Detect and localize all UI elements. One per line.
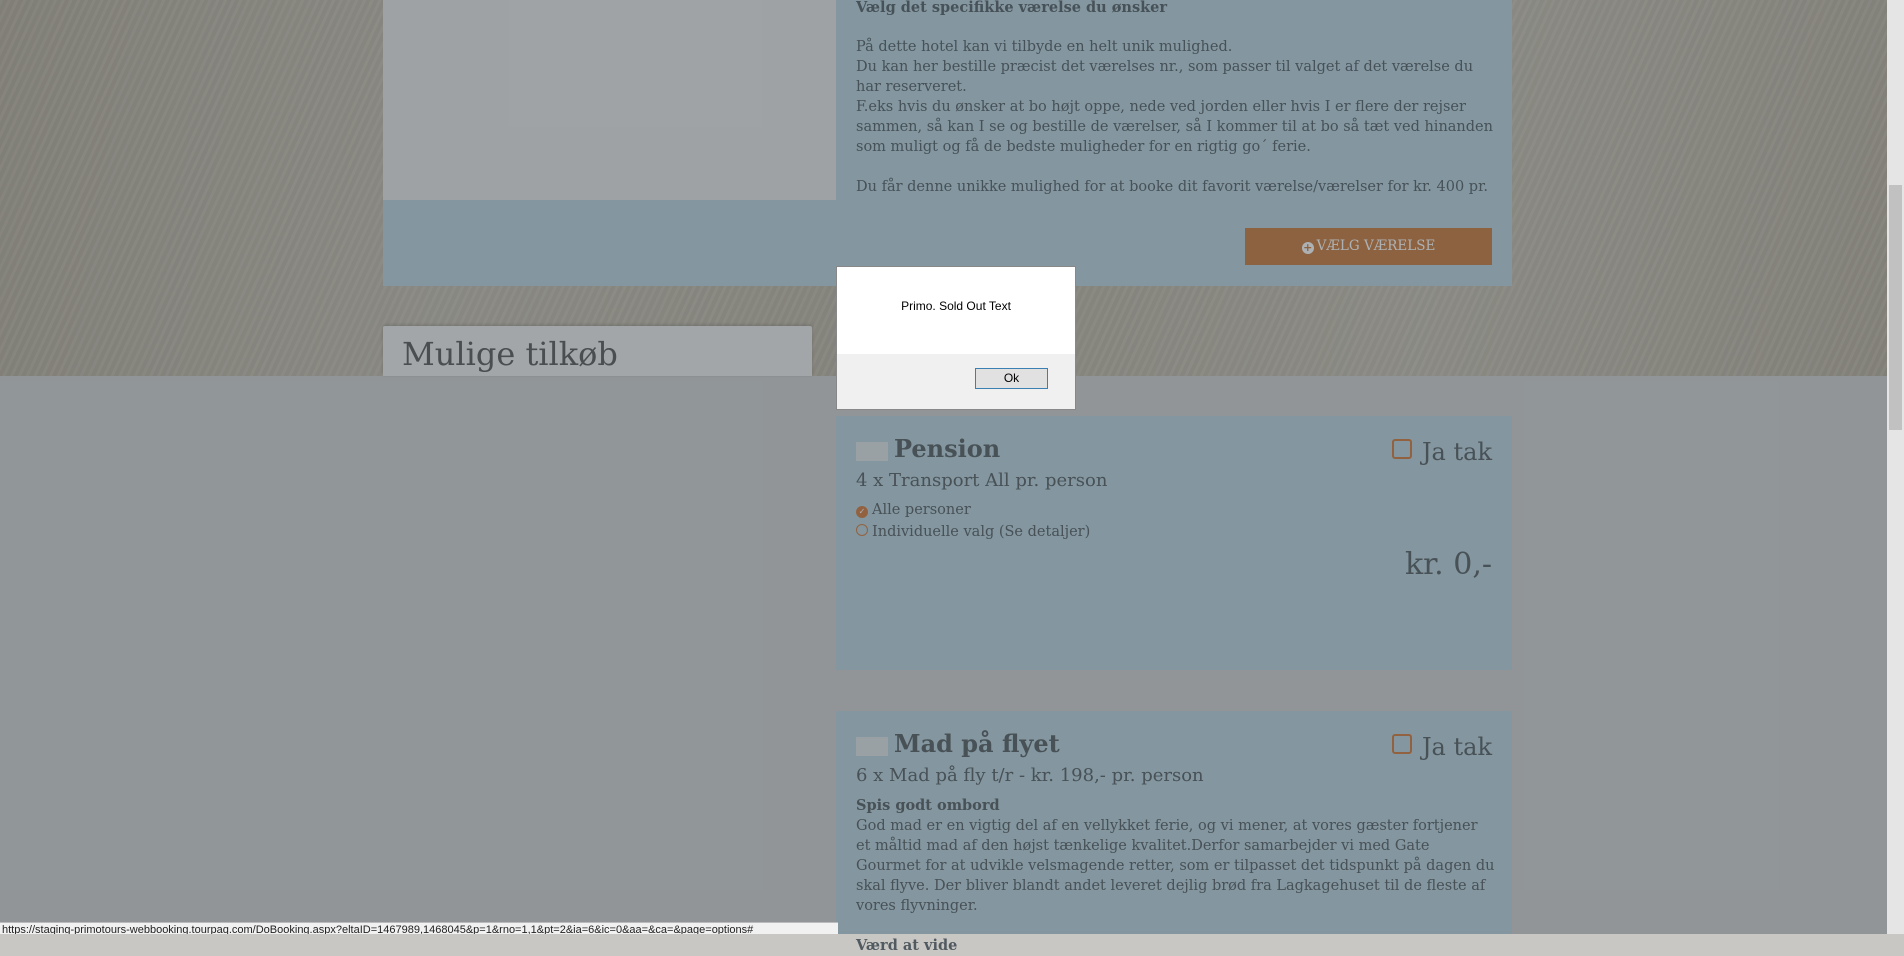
- description-heading-2: Værd at vide: [856, 937, 958, 954]
- status-bar-url: https://staging-primotours-webbooking.to…: [0, 922, 838, 934]
- ok-button[interactable]: Ok: [975, 368, 1048, 389]
- modal-overlay: [0, 0, 1904, 934]
- alert-message: Primo. Sold Out Text: [837, 267, 1075, 354]
- alert-dialog: Primo. Sold Out Text Ok: [836, 266, 1076, 410]
- vertical-scrollbar[interactable]: [1887, 0, 1904, 934]
- scrollbar-thumb[interactable]: [1889, 185, 1902, 430]
